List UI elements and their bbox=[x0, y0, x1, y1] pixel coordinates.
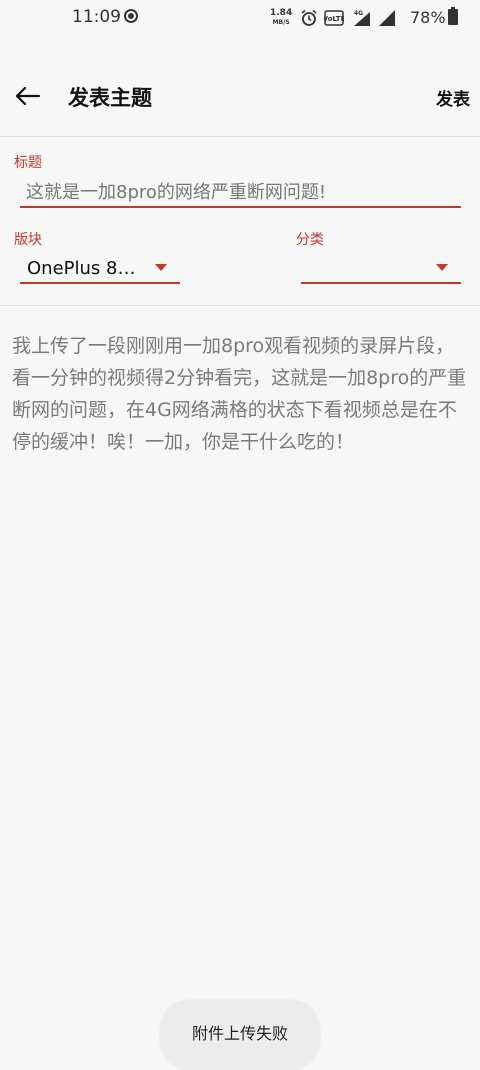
status-icons: VoLTE 4G bbox=[300, 8, 396, 28]
toast-message: 附件上传失败 bbox=[191, 1024, 288, 1043]
board-select[interactable]: OnePlus 8… bbox=[20, 250, 180, 284]
board-select-underline bbox=[20, 282, 180, 284]
signal-icon bbox=[379, 10, 395, 26]
network-speed-unit: MB/S bbox=[272, 19, 290, 26]
alarm-icon bbox=[301, 9, 317, 26]
category-select-underline bbox=[301, 282, 461, 284]
publish-button[interactable]: 发表 bbox=[436, 85, 470, 110]
network-speed: 1.84 MB/S bbox=[270, 9, 292, 27]
category-dropdown-caret-icon bbox=[436, 264, 448, 271]
network-type-text: 4G bbox=[354, 10, 363, 17]
app-bar: 发表主题 发表 bbox=[0, 60, 480, 132]
page-title: 发表主题 bbox=[68, 86, 152, 110]
battery-icon bbox=[448, 7, 458, 25]
record-dot-icon bbox=[124, 9, 138, 23]
title-label: 标题 bbox=[14, 155, 42, 171]
category-select[interactable] bbox=[301, 250, 461, 284]
battery-percent: 78% bbox=[410, 8, 446, 27]
category-label: 分类 bbox=[296, 232, 324, 248]
board-select-value: OnePlus 8… bbox=[27, 258, 136, 279]
volte-text: VoLTE bbox=[324, 15, 344, 23]
board-dropdown-caret-icon bbox=[155, 264, 167, 271]
status-bar: 11:09 1.84 MB/S VoLTE 4G 78% bbox=[0, 0, 480, 36]
back-arrow-icon[interactable] bbox=[14, 82, 42, 110]
board-label: 版块 bbox=[14, 232, 42, 248]
form-divider bbox=[0, 305, 480, 306]
title-input[interactable]: 这就是一加8pro的网络严重断网问题! bbox=[26, 178, 456, 206]
network-speed-value: 1.84 bbox=[270, 8, 293, 18]
status-time: 11:09 bbox=[72, 7, 121, 27]
volte-icon: VoLTE bbox=[324, 10, 344, 26]
toast: 附件上传失败 bbox=[160, 1000, 320, 1070]
post-body-textarea[interactable]: 我上传了一段刚刚用一加8pro观看视频的录屏片段，看一分钟的视频得2分钟看完，这… bbox=[12, 330, 470, 458]
title-input-underline bbox=[20, 206, 461, 208]
header-divider bbox=[0, 136, 480, 137]
signal-4g-icon: 4G bbox=[354, 10, 370, 26]
